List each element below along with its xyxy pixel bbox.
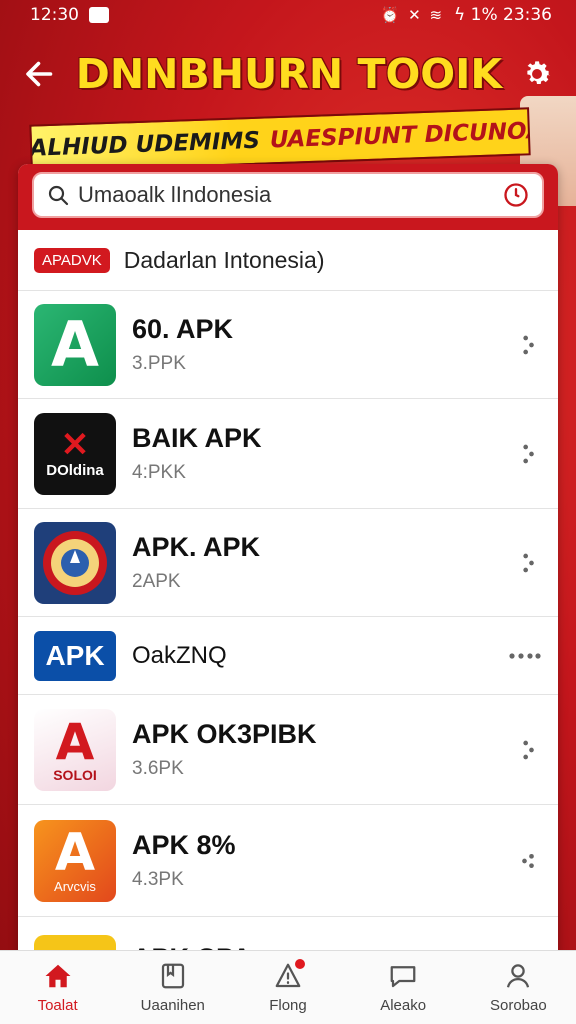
app-icon: A bbox=[34, 303, 116, 386]
app-name: APK 8% bbox=[132, 830, 236, 860]
timer-icon[interactable] bbox=[502, 181, 530, 209]
app-subtitle: 3.6PK bbox=[132, 758, 184, 779]
gear-icon[interactable] bbox=[520, 57, 554, 91]
search-icon bbox=[48, 185, 69, 206]
app-list-item[interactable]: APK. APK 2APK bbox=[18, 508, 558, 616]
app-icon-text: APK bbox=[45, 639, 105, 671]
app-text: APK OK3PIBK 3.6PK bbox=[132, 719, 514, 780]
app-list-item[interactable]: A Arvcvis APK 8% 4.3PK bbox=[18, 804, 558, 916]
section-title: Dadarlan Intonesia) bbox=[123, 246, 325, 273]
nav-item-profile[interactable]: Sorobao bbox=[463, 961, 573, 1014]
status-time: 12:30 bbox=[30, 5, 79, 25]
status-icons: ⏰ ✕ ≋ bbox=[380, 6, 445, 24]
banner-text-right: UAESPIUNT DICUNOA!! bbox=[269, 117, 531, 154]
app-icon-mark: A bbox=[55, 712, 95, 771]
app-icon-mark: A bbox=[54, 823, 96, 883]
app-icon-text: Arvcvis bbox=[54, 879, 96, 894]
app-subtitle: 4.3PK bbox=[132, 869, 184, 890]
app-icon: ✕ DOldina bbox=[34, 412, 116, 495]
bottom-nav: Toalat Uaanihen Flong Aleako Sorobao bbox=[0, 950, 576, 1024]
emblem-icon bbox=[43, 530, 107, 595]
status-right: ⏰ ✕ ≋ ϟ 1% 23:36 bbox=[381, 5, 552, 25]
app-subtitle: 4:PKK bbox=[132, 462, 186, 483]
nav-label: Uaanihen bbox=[140, 997, 205, 1014]
content-card: APADVK Dadarlan Intonesia) A 60. APK 3.P… bbox=[18, 164, 558, 964]
app-text: 60. APK 3.PPK bbox=[132, 314, 514, 375]
promo-banner[interactable]: NEALHIUD UDEMIMS UAESPIUNT DICUNOA!! bbox=[29, 107, 531, 173]
app-list-item[interactable]: A SOLOI APK OK3PIBK 3.6PK bbox=[18, 694, 558, 804]
more-vertical-icon[interactable] bbox=[514, 440, 542, 468]
app-subtitle: 2APK bbox=[132, 571, 181, 592]
person-icon bbox=[507, 964, 530, 988]
status-bar: 12:30 ⏰ ✕ ≋ ϟ 1% 23:36 bbox=[0, 0, 576, 30]
app-list-item[interactable]: ✕ DOldina BAIK APK 4:PKK bbox=[18, 398, 558, 508]
nav-item-library[interactable]: Uaanihen bbox=[118, 961, 228, 1014]
nav-item-chat[interactable]: Aleako bbox=[348, 961, 458, 1014]
home-icon bbox=[45, 964, 71, 988]
more-horizontal-icon[interactable] bbox=[508, 646, 542, 666]
back-arrow-icon[interactable] bbox=[22, 56, 58, 92]
nav-label: Flong bbox=[269, 997, 307, 1014]
more-vertical-icon[interactable] bbox=[514, 736, 542, 764]
section-header: APADVK Dadarlan Intonesia) bbox=[18, 230, 558, 290]
nav-item-home[interactable]: Toalat bbox=[3, 961, 113, 1014]
nav-label: Aleako bbox=[380, 997, 427, 1014]
nav-label: Sorobao bbox=[489, 997, 547, 1014]
book-icon bbox=[161, 963, 184, 989]
app-name: 60. APK bbox=[132, 314, 234, 344]
notification-app-icon bbox=[89, 7, 109, 23]
notification-dot bbox=[294, 959, 305, 969]
page-title: DNNBHURN TOOIK bbox=[75, 50, 503, 98]
search-input[interactable] bbox=[78, 182, 494, 208]
app-list-item[interactable]: APK OakZNQ bbox=[18, 616, 558, 694]
app-icon-text: SOLOI bbox=[53, 766, 97, 783]
app-name: BAIK APK bbox=[132, 423, 262, 453]
app-icon: APK bbox=[34, 630, 116, 681]
app-icon: A Arvcvis bbox=[34, 819, 116, 902]
app-name: APK. APK bbox=[132, 532, 261, 562]
banner-text-left: NEALHIUD UDEMIMS bbox=[29, 127, 261, 163]
more-vertical-icon[interactable] bbox=[514, 847, 542, 875]
search-container bbox=[18, 164, 558, 230]
app-icon: A SOLOI bbox=[34, 708, 116, 791]
app-name: APK OK3PIBK bbox=[132, 719, 317, 749]
app-text: APK. APK 2APK bbox=[132, 532, 514, 593]
more-vertical-icon[interactable] bbox=[514, 331, 542, 359]
header: DNNBHURN TOOIK bbox=[0, 38, 576, 110]
more-vertical-icon[interactable] bbox=[514, 549, 542, 577]
app-icon-mark: ✕ bbox=[60, 426, 90, 464]
app-name: OakZNQ bbox=[132, 641, 227, 669]
app-icon-letter: A bbox=[51, 308, 99, 381]
search-bar[interactable] bbox=[32, 172, 544, 218]
app-icon-text: DOldina bbox=[46, 462, 104, 479]
status-left: 12:30 bbox=[30, 5, 109, 25]
section-badge: APADVK bbox=[34, 247, 110, 273]
app-list-item[interactable]: A 60. APK 3.PPK bbox=[18, 290, 558, 398]
app-list: A 60. APK 3.PPK ✕ DOldina BAIK APK 4:PKK bbox=[18, 290, 558, 964]
nav-label: Toalat bbox=[37, 997, 78, 1014]
app-text: APK 8% 4.3PK bbox=[132, 830, 514, 891]
app-icon bbox=[34, 521, 116, 604]
status-battery-time: ϟ 1% 23:36 bbox=[454, 5, 552, 25]
app-text: BAIK APK 4:PKK bbox=[132, 423, 514, 484]
chat-icon bbox=[390, 966, 416, 988]
nav-item-alerts[interactable]: Flong bbox=[233, 959, 343, 1014]
app-subtitle: 3.PPK bbox=[132, 353, 186, 374]
app-text: OakZNQ bbox=[132, 642, 508, 670]
